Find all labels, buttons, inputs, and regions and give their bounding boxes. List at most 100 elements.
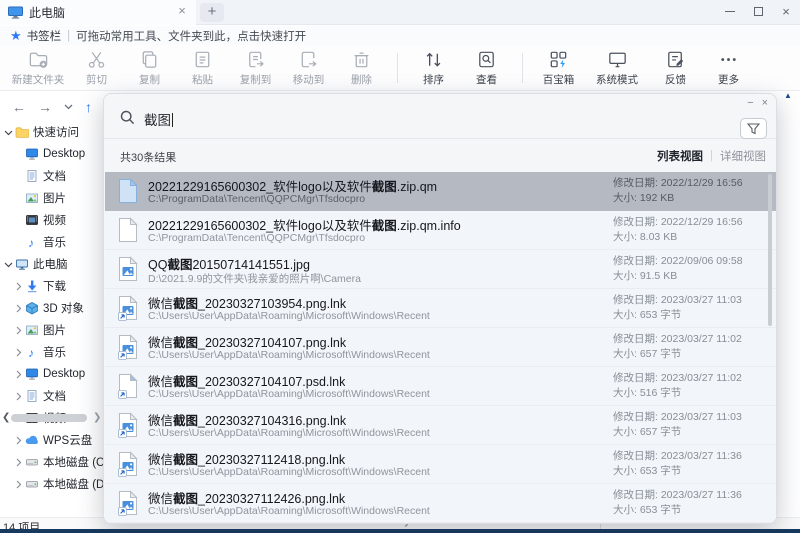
taskbar-edge xyxy=(0,529,800,533)
chevron-right-icon[interactable] xyxy=(13,304,24,313)
image-lnk-file-icon xyxy=(118,334,138,365)
scroll-right-icon[interactable]: ❯ xyxy=(93,412,101,423)
sidebar-item[interactable]: Desktop xyxy=(0,143,103,165)
chevron-right-icon[interactable] xyxy=(13,282,24,291)
results-count: 共30条结果 xyxy=(120,149,176,165)
sidebar-item[interactable]: 视频 xyxy=(0,209,103,231)
sort-button[interactable]: 排序 xyxy=(407,47,460,89)
file-meta: 修改日期: 2023/03/27 11:03大小: 653 字节 xyxy=(613,293,742,323)
content-scroll-up-icon[interactable]: ▲ xyxy=(784,91,792,100)
text-caret xyxy=(172,113,173,127)
search-panel: − × 截图 共30条结果 列表视图 | 详细视图 20221229165600… xyxy=(103,93,777,524)
minimize-button[interactable] xyxy=(716,0,744,22)
move-to-button[interactable]: 移动到 xyxy=(282,47,335,89)
music-icon: ♪ xyxy=(24,235,39,250)
sidebar-item-label: 音乐 xyxy=(43,344,66,360)
sidebar-horizontal-scrollbar[interactable]: ❮ ❯ xyxy=(0,412,103,426)
paste-button[interactable]: 粘贴 xyxy=(176,47,229,89)
sidebar-item[interactable]: 文档 xyxy=(0,385,103,407)
search-result-row[interactable]: 微信截图_20230327112418.png.lnkC:\Users\User… xyxy=(105,445,777,484)
chevron-right-icon[interactable] xyxy=(13,480,24,489)
image-lnk-file-icon xyxy=(118,451,138,482)
bookmark-label: 书签栏 xyxy=(27,28,62,44)
search-result-row[interactable]: 微信截图_20230327104107.psd.lnkC:\Users\User… xyxy=(105,367,777,406)
image-file-icon xyxy=(118,256,138,287)
search-result-row[interactable]: QQ截图20150714141551.jpgD:\2021.9.9的文件夹\我亲… xyxy=(105,250,777,289)
sidebar-item-label: 文档 xyxy=(43,388,66,404)
chevron-right-icon[interactable] xyxy=(13,326,24,335)
more-button[interactable]: 更多 xyxy=(702,47,755,89)
navigation-arrows: ← → ↑ xyxy=(12,99,92,115)
sidebar-item[interactable]: WPS云盘 xyxy=(0,429,103,451)
file-file-icon xyxy=(118,217,138,248)
sidebar-item[interactable]: 快速访问 xyxy=(0,121,103,143)
search-result-row[interactable]: 微信截图_20230327112426.png.lnkC:\Users\User… xyxy=(105,484,777,523)
system-mode-button[interactable]: 系统模式 xyxy=(585,47,649,89)
sidebar-item[interactable]: 此电脑 xyxy=(0,253,103,275)
detail-view-tab[interactable]: 详细视图 xyxy=(720,148,766,164)
search-input[interactable]: 截图 xyxy=(144,109,173,129)
file-path: C:\Users\User\AppData\Roaming\Microsoft\… xyxy=(148,427,430,439)
sidebar-item[interactable]: ♪音乐 xyxy=(0,231,103,253)
chevron-right-icon[interactable] xyxy=(13,392,24,401)
history-chevron-icon[interactable] xyxy=(64,104,73,110)
sidebar-item[interactable]: 文档 xyxy=(0,165,103,187)
sidebar-item[interactable]: 3D 对象 xyxy=(0,297,103,319)
scrollbar-thumb[interactable] xyxy=(11,414,87,422)
sidebar-item[interactable]: 本地磁盘 (C:) xyxy=(0,451,103,473)
music-icon: ♪ xyxy=(24,345,39,360)
file-meta: 修改日期: 2023/03/27 11:02大小: 657 字节 xyxy=(613,332,742,362)
chevron-down-icon[interactable] xyxy=(3,128,14,137)
up-icon[interactable]: ↑ xyxy=(85,99,92,115)
sidebar-item-label: 此电脑 xyxy=(33,256,68,272)
delete-button[interactable]: 删除 xyxy=(335,47,388,89)
toolbar-label: 反馈 xyxy=(665,72,686,87)
maximize-button[interactable] xyxy=(744,0,772,22)
chevron-right-icon[interactable] xyxy=(13,458,24,467)
filter-button[interactable] xyxy=(740,118,767,139)
search-result-row[interactable]: 微信截图_20230327104316.png.lnkC:\Users\User… xyxy=(105,406,777,445)
chevron-right-icon[interactable] xyxy=(13,436,24,445)
sidebar-item[interactable]: 本地磁盘 (D:) xyxy=(0,473,103,495)
sidebar-item[interactable]: ♪ 音乐 xyxy=(0,341,103,363)
search-result-row[interactable]: 微信截图_20230327104107.png.lnkC:\Users\User… xyxy=(105,328,777,367)
tab-this-pc[interactable]: 此电脑 × xyxy=(0,0,196,25)
svg-text:♪: ♪ xyxy=(28,346,34,359)
forward-icon[interactable]: → xyxy=(38,99,52,115)
toolbox-button[interactable]: 百宝箱 xyxy=(532,47,585,89)
funnel-icon xyxy=(747,123,760,135)
toolbar-label: 系统模式 xyxy=(596,72,638,87)
sidebar-item[interactable]: Desktop xyxy=(0,363,103,385)
qm-file-icon xyxy=(118,178,138,209)
sidebar-item[interactable]: 图片 xyxy=(0,319,103,341)
desktop-icon xyxy=(24,147,39,162)
copy-to-button[interactable]: 复制到 xyxy=(229,47,282,89)
sidebar-item-label: 3D 对象 xyxy=(43,300,84,316)
scroll-left-icon[interactable]: ❮ xyxy=(2,412,10,423)
copy-icon xyxy=(138,48,161,71)
new-tab-button[interactable]: + xyxy=(200,3,224,22)
search-result-row[interactable]: 20221229165600302_软件logo以及软件截图.zip.qmC:\… xyxy=(105,172,777,211)
close-button[interactable]: × xyxy=(772,0,800,22)
sidebar-item[interactable]: 下载 xyxy=(0,275,103,297)
results-header: 共30条结果 列表视图 | 详细视图 xyxy=(104,139,776,172)
toolbar-label: 粘贴 xyxy=(192,72,213,87)
new-folder-button[interactable]: 新建文件夹 xyxy=(6,47,70,89)
chevron-right-icon[interactable] xyxy=(13,370,24,379)
back-icon[interactable]: ← xyxy=(12,99,26,115)
sidebar-item-label: 图片 xyxy=(43,322,66,338)
feedback-button[interactable]: 反馈 xyxy=(649,47,702,89)
list-view-tab[interactable]: 列表视图 xyxy=(657,148,703,164)
panel-scrollbar-thumb[interactable] xyxy=(768,174,772,326)
tab-close-icon[interactable]: × xyxy=(174,3,190,19)
chevron-right-icon[interactable] xyxy=(13,348,24,357)
chevron-down-icon[interactable] xyxy=(3,260,14,269)
bookmark-bar[interactable]: ★ 书签栏 | 可拖动常用工具、文件夹到此，点击快速打开 xyxy=(0,26,800,45)
cut-button[interactable]: 剪切 xyxy=(70,47,123,89)
copy-button[interactable]: 复制 xyxy=(123,47,176,89)
search-result-row[interactable]: 20221229165600302_软件logo以及软件截图.zip.qm.in… xyxy=(105,211,777,250)
view-button[interactable]: 查看 xyxy=(460,47,513,89)
search-bar[interactable]: 截图 xyxy=(104,94,776,139)
sidebar-item[interactable]: 图片 xyxy=(0,187,103,209)
search-result-row[interactable]: 微信截图_20230327103954.png.lnkC:\Users\User… xyxy=(105,289,777,328)
